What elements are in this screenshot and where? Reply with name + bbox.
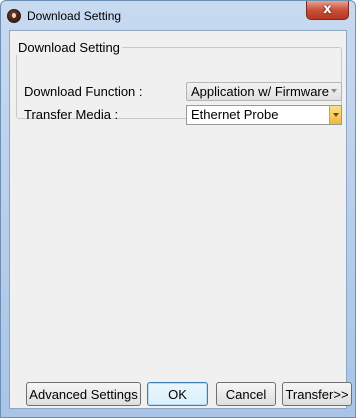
ok-button[interactable]: OK	[147, 382, 208, 406]
download-function-dropdown[interactable]: Application w/ Firmware	[186, 82, 342, 101]
download-function-value: Application w/ Firmware	[191, 84, 329, 99]
transfer-media-combobox[interactable]: Ethernet Probe	[186, 105, 342, 125]
download-setting-group: Download Function : Application w/ Firmw…	[16, 47, 342, 125]
cancel-button[interactable]: Cancel	[216, 382, 276, 406]
dialog-window: Download Setting x Download Function : A…	[0, 0, 356, 418]
close-button[interactable]: x	[306, 1, 349, 20]
chevron-down-icon	[331, 89, 337, 93]
window-title: Download Setting	[27, 9, 122, 23]
app-icon	[7, 9, 21, 23]
advanced-settings-button[interactable]: Advanced Settings	[26, 382, 141, 406]
title-bar[interactable]: Download Setting x	[1, 1, 355, 29]
transfer-media-value: Ethernet Probe	[191, 107, 279, 122]
dialog-client-area: Download Function : Application w/ Firmw…	[9, 30, 352, 409]
dropdown-arrow-icon[interactable]	[329, 106, 341, 124]
download-function-label: Download Function :	[24, 84, 143, 99]
close-icon: x	[323, 2, 332, 17]
transfer-media-label: Transfer Media :	[24, 107, 119, 122]
transfer-button[interactable]: Transfer>>	[282, 382, 352, 406]
group-title: Download Setting	[16, 40, 122, 55]
